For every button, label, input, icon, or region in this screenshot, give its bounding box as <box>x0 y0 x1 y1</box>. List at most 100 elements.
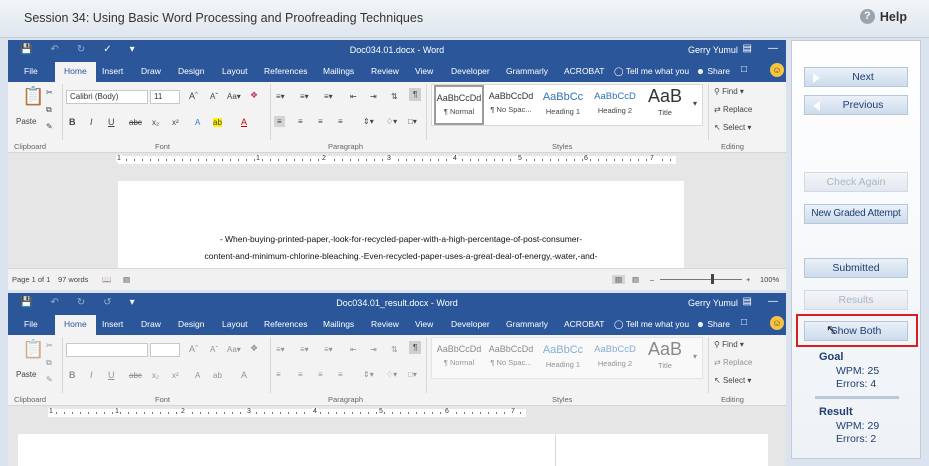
macro-icon[interactable]: ▤ <box>123 275 130 284</box>
tab-layout[interactable]: Layout <box>222 319 248 329</box>
zoom-out-icon[interactable]: – <box>650 275 654 284</box>
horizontal-ruler[interactable]: 1 1 2 3 4 5 6 7 <box>8 153 786 167</box>
clear-formatting-icon[interactable]: ❖ <box>250 343 258 354</box>
zoom-slider[interactable] <box>660 279 742 280</box>
show-both-button[interactable]: Show Both <box>804 321 908 341</box>
tab-design[interactable]: Design <box>178 319 204 329</box>
justify-icon[interactable]: ≡ <box>338 117 343 126</box>
font-name-box[interactable] <box>66 343 148 357</box>
tab-grammarly[interactable]: Grammarly <box>506 66 548 76</box>
shrink-font-icon[interactable]: Aˇ <box>210 345 218 354</box>
shading-icon[interactable]: ♢▾ <box>386 117 397 126</box>
tab-home[interactable]: Home <box>55 62 96 82</box>
style-normal[interactable]: AaBbCcDd ¶ Normal <box>434 338 484 378</box>
ribbon-display-icon[interactable]: ▤ <box>743 43 752 54</box>
new-graded-attempt-button[interactable]: New Graded Attempt <box>804 204 908 224</box>
underline-icon[interactable]: U <box>108 370 115 380</box>
style-title[interactable]: AaB Title <box>642 85 688 125</box>
document-page[interactable]: - When-buying-printed-paper,-look-for-re… <box>118 181 684 268</box>
zoom-level[interactable]: 100% <box>760 275 779 284</box>
styles-more-icon[interactable]: ▾ <box>693 352 697 361</box>
tab-review[interactable]: Review <box>371 66 399 76</box>
replace-button[interactable]: ⇄ Replace <box>714 105 752 114</box>
tab-review[interactable]: Review <box>371 319 399 329</box>
paste-icon[interactable]: 📋 <box>22 86 44 107</box>
bold-icon[interactable]: B <box>69 117 76 127</box>
style-heading-2[interactable]: AaBbCcD Heading 2 <box>590 338 640 378</box>
numbering-icon[interactable]: ≡▾ <box>300 345 309 354</box>
increase-indent-icon[interactable]: ⇥ <box>370 345 377 354</box>
tab-developer[interactable]: Developer <box>451 66 490 76</box>
print-layout-icon[interactable]: ▤ <box>632 275 639 284</box>
check-again-button[interactable]: Check Again <box>804 172 908 192</box>
align-right-icon[interactable]: ≡ <box>318 370 323 379</box>
tab-references[interactable]: References <box>264 66 307 76</box>
tab-draw[interactable]: Draw <box>141 66 161 76</box>
results-button[interactable]: Results <box>804 290 908 310</box>
increase-indent-icon[interactable]: ⇥ <box>370 92 377 101</box>
grow-font-icon[interactable]: Aˆ <box>189 344 198 354</box>
borders-icon[interactable]: □▾ <box>408 370 417 379</box>
paste-label[interactable]: Paste <box>16 117 36 126</box>
minimize-icon[interactable]: — <box>768 43 778 54</box>
tab-mailings[interactable]: Mailings <box>323 319 354 329</box>
tab-mailings[interactable]: Mailings <box>323 66 354 76</box>
show-marks-icon[interactable]: ¶ <box>409 88 422 101</box>
tab-file[interactable]: File <box>24 319 38 329</box>
strikethrough-icon[interactable]: abc <box>129 371 142 380</box>
tab-home[interactable]: Home <box>55 315 96 335</box>
smiley-feedback-icon[interactable]: ☺ <box>770 63 784 77</box>
ribbon-display-icon[interactable]: ▤ <box>743 296 752 307</box>
underline-icon[interactable]: U <box>108 117 115 127</box>
multilevel-list-icon[interactable]: ≡▾ <box>324 92 333 101</box>
format-painter-icon[interactable]: ✎ <box>46 375 53 384</box>
tab-acrobat[interactable]: ACROBAT <box>564 319 604 329</box>
format-painter-icon[interactable]: ✎ <box>46 122 53 131</box>
superscript-icon[interactable]: x² <box>172 371 179 380</box>
copy-icon[interactable]: ⧉ <box>46 358 52 368</box>
italic-icon[interactable]: I <box>90 117 93 127</box>
tab-view[interactable]: View <box>415 66 433 76</box>
style-no-spacing[interactable]: AaBbCcDd ¶ No Spac... <box>486 85 536 125</box>
select-button[interactable]: ↖ Select ▾ <box>714 376 751 385</box>
grow-font-icon[interactable]: Aˆ <box>189 91 198 101</box>
text-effects-icon[interactable]: A <box>195 371 200 380</box>
align-right-icon[interactable]: ≡ <box>318 117 323 126</box>
decrease-indent-icon[interactable]: ⇤ <box>350 92 357 101</box>
paste-label[interactable]: Paste <box>16 370 36 379</box>
submitted-button[interactable]: Submitted <box>804 258 908 278</box>
replace-button[interactable]: ⇄ Replace <box>714 358 752 367</box>
font-name-box[interactable]: Calibri (Body) <box>66 90 148 104</box>
superscript-icon[interactable]: x² <box>172 118 179 127</box>
line-spacing-icon[interactable]: ⇕▾ <box>363 370 374 379</box>
styles-more-icon[interactable]: ▾ <box>693 99 697 108</box>
align-center-icon[interactable]: ≡ <box>298 117 303 126</box>
bold-icon[interactable]: B <box>69 370 76 380</box>
sort-icon[interactable]: ⇅ <box>391 92 398 101</box>
tab-insert[interactable]: Insert <box>102 319 123 329</box>
minimize-icon[interactable]: — <box>768 296 778 307</box>
find-button[interactable]: ⚲ Find ▾ <box>714 340 744 349</box>
bullets-icon[interactable]: ≡▾ <box>276 345 285 354</box>
copy-icon[interactable]: ⧉ <box>46 105 52 115</box>
tab-view[interactable]: View <box>415 319 433 329</box>
font-color-icon[interactable]: A <box>241 117 247 127</box>
select-button[interactable]: ↖ Select ▾ <box>714 123 751 132</box>
previous-button[interactable]: Previous <box>804 95 908 115</box>
next-button[interactable]: Next <box>804 67 908 87</box>
justify-icon[interactable]: ≡ <box>338 370 343 379</box>
zoom-slider-thumb[interactable] <box>711 274 714 284</box>
show-marks-icon[interactable]: ¶ <box>409 341 422 354</box>
document-page[interactable] <box>18 434 768 466</box>
text-effects-icon[interactable]: A <box>195 118 200 127</box>
shrink-font-icon[interactable]: Aˇ <box>210 92 218 101</box>
tab-layout[interactable]: Layout <box>222 66 248 76</box>
tab-insert[interactable]: Insert <box>102 66 123 76</box>
italic-icon[interactable]: I <box>90 370 93 380</box>
cut-icon[interactable]: ✂ <box>46 88 53 97</box>
smiley-feedback-icon[interactable]: ☺ <box>770 316 784 330</box>
horizontal-ruler[interactable]: 1 1 2 3 4 5 6 7 <box>8 406 786 420</box>
font-size-box[interactable]: 11 <box>150 90 180 104</box>
tab-draw[interactable]: Draw <box>141 319 161 329</box>
proofing-icon[interactable]: 📖 <box>102 275 111 284</box>
